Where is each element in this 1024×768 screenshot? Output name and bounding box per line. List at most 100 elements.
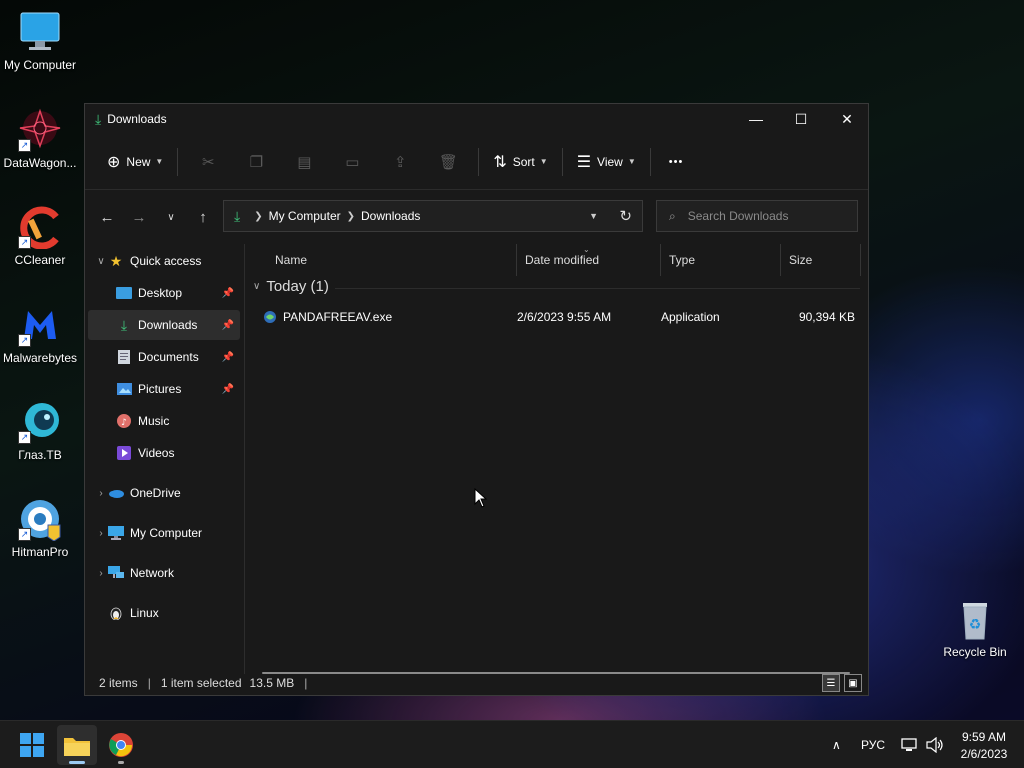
monitor-icon <box>18 10 62 54</box>
ccleaner-icon: ↗ <box>18 205 62 250</box>
new-button[interactable]: ⊕ New ▼ <box>99 146 171 178</box>
network-status-icon[interactable] <box>901 721 919 768</box>
forward-arrow-icon[interactable]: → <box>123 209 155 226</box>
sidebar-item-my-computer[interactable]: › My Computer <box>88 518 240 548</box>
sort-button[interactable]: ⇅ Sort ▼ <box>485 146 555 178</box>
toolbar-divider <box>649 147 651 176</box>
desktop-icon-malwarebytes[interactable]: ↗ Malwarebytes <box>0 303 80 365</box>
breadcrumb-downloads[interactable]: Downloads <box>361 209 420 223</box>
volume-icon[interactable] <box>926 721 944 768</box>
view-button[interactable]: ☰ View ▼ <box>569 146 644 178</box>
share-icon[interactable]: ⇪ <box>376 153 424 171</box>
pin-icon[interactable]: 📌 <box>222 352 234 363</box>
taskbar-chrome[interactable] <box>101 725 141 765</box>
column-header-size[interactable]: Size <box>781 244 861 276</box>
close-button[interactable]: ✕ <box>824 104 870 134</box>
desktop-icon-ccleaner[interactable]: ↗ CCleaner <box>0 205 80 267</box>
start-button[interactable] <box>12 725 52 765</box>
clock-date: 2/6/2023 <box>960 746 1008 761</box>
up-arrow-icon[interactable]: ↑ <box>187 209 219 226</box>
desktop-icon-datawagon[interactable]: ↗ DataWagon... <box>0 108 80 170</box>
file-size: 90,394 KB <box>798 310 855 324</box>
details-view-icon[interactable]: ☰ <box>822 674 840 692</box>
search-box[interactable]: ⌕ <box>656 200 858 232</box>
breadcrumb-my-computer[interactable]: My Computer <box>269 209 341 223</box>
sidebar-item-label: Network <box>130 566 175 580</box>
desktop-icon-glaz-tv[interactable]: ↗ Глаз.ТВ <box>0 400 80 462</box>
show-hidden-icons-chevron-icon[interactable]: ∧ <box>832 721 841 768</box>
sidebar-item-quick-access[interactable]: ∨ ★ Quick access <box>88 246 240 276</box>
sidebar-item-desktop[interactable]: Desktop 📌 <box>88 278 240 308</box>
column-header-type[interactable]: Type <box>661 244 781 276</box>
more-options-button[interactable]: ••• <box>657 146 692 178</box>
file-date-modified: 2/6/2023 9:55 AM <box>517 310 612 324</box>
sidebar-item-music[interactable]: ♪ Music <box>88 406 240 436</box>
linux-penguin-icon <box>108 606 124 620</box>
selection-count: 1 item selected <box>160 676 242 690</box>
taskbar-file-explorer[interactable] <box>57 725 97 765</box>
chevron-down-icon[interactable]: ∨ <box>94 256 108 267</box>
desktop-icon-label: Глаз.ТВ <box>18 448 62 462</box>
sidebar-item-network[interactable]: › Network <box>88 558 240 588</box>
active-indicator <box>69 761 85 764</box>
input-language-indicator[interactable]: РУС <box>861 721 885 768</box>
folder-icon <box>64 738 90 756</box>
back-arrow-icon[interactable]: ← <box>91 209 123 226</box>
delete-icon[interactable]: 🗑 <box>424 153 472 171</box>
chevron-right-icon[interactable]: › <box>94 568 108 579</box>
toolbar-divider <box>177 147 179 176</box>
command-bar: ⊕ New ▼ ✂ ❐ ▤ ▭ ⇪ 🗑 ⇅ Sort ▼ ☰ View ▼ ••… <box>85 134 868 190</box>
shortcut-arrow-icon: ↗ <box>18 236 31 249</box>
recent-locations-chevron-icon[interactable]: ∨ <box>155 212 187 223</box>
sidebar-item-documents[interactable]: Documents 📌 <box>88 342 240 372</box>
chevron-right-icon[interactable]: › <box>94 488 108 499</box>
status-bar: 2 items | 1 item selected 13.5 MB | <box>85 671 868 695</box>
file-explorer-window: ⤓ Downloads — ☐ ✕ ⊕ New ▼ ✂ ❐ ▤ ▭ ⇪ 🗑 ⇅ … <box>84 103 869 696</box>
large-icons-view-icon[interactable]: ▣ <box>844 674 862 692</box>
sidebar-item-label: Music <box>138 414 170 428</box>
desktop-icon-recycle-bin[interactable]: ♻ Recycle Bin <box>935 597 1015 659</box>
malwarebytes-icon: ↗ <box>18 303 62 347</box>
chevron-down-icon[interactable]: ▼ <box>589 211 598 221</box>
group-divider <box>335 288 860 289</box>
maximize-button[interactable]: ☐ <box>778 104 824 134</box>
sidebar-item-linux[interactable]: Linux <box>88 598 240 628</box>
group-header-today[interactable]: ∨ Today (1) <box>253 278 329 295</box>
column-header-date-modified[interactable]: Date modified ⌄ <box>517 244 661 276</box>
sidebar-item-onedrive[interactable]: › OneDrive <box>88 478 240 508</box>
pin-icon[interactable]: 📌 <box>222 384 234 395</box>
sidebar-item-label: Desktop <box>138 286 183 300</box>
minimize-button[interactable]: — <box>733 104 779 134</box>
cut-icon[interactable]: ✂ <box>184 153 232 171</box>
svg-text:♪: ♪ <box>121 418 127 428</box>
sidebar-item-label: OneDrive <box>130 486 181 500</box>
sidebar-item-pictures[interactable]: Pictures 📌 <box>88 374 240 404</box>
search-input[interactable] <box>685 208 840 224</box>
recycle-bin-icon: ♻ <box>953 597 997 641</box>
chevron-down-icon[interactable]: ∨ <box>253 281 260 292</box>
application-exe-icon <box>263 310 277 324</box>
copy-icon[interactable]: ❐ <box>232 153 280 171</box>
desktop-icon-my-computer[interactable]: My Computer <box>0 10 80 72</box>
column-header-name[interactable]: Name <box>267 244 517 276</box>
plus-circle-icon: ⊕ <box>107 153 121 171</box>
pictures-icon <box>116 382 132 396</box>
address-bar[interactable]: ⤓ ❯ My Computer ❯ Downloads ▼ ↻ <box>223 200 643 232</box>
sidebar-item-downloads[interactable]: ⤓ Downloads 📌 <box>88 310 240 340</box>
chevron-right-icon[interactable]: › <box>94 528 108 539</box>
desktop-icon-label: HitmanPro <box>11 545 69 559</box>
sidebar-item-videos[interactable]: Videos <box>88 438 240 468</box>
pin-icon[interactable]: 📌 <box>222 288 234 299</box>
paste-icon[interactable]: ▤ <box>280 153 328 171</box>
column-header-label: Type <box>669 253 696 267</box>
refresh-icon[interactable]: ↻ <box>619 207 632 225</box>
rename-icon[interactable]: ▭ <box>328 153 376 171</box>
chevron-down-icon: ▼ <box>155 157 164 166</box>
table-row[interactable]: PANDAFREEAV.exe 2/6/2023 9:55 AM Applica… <box>253 306 863 328</box>
desktop-icon-hitmanpro[interactable]: ↗ HitmanPro <box>0 497 80 559</box>
videos-icon <box>116 446 132 460</box>
pin-icon[interactable]: 📌 <box>222 320 234 331</box>
running-indicator <box>118 761 124 764</box>
sidebar-item-label: Linux <box>130 606 159 620</box>
clock[interactable]: 9:59 AM 2/6/2023 <box>953 721 1015 768</box>
